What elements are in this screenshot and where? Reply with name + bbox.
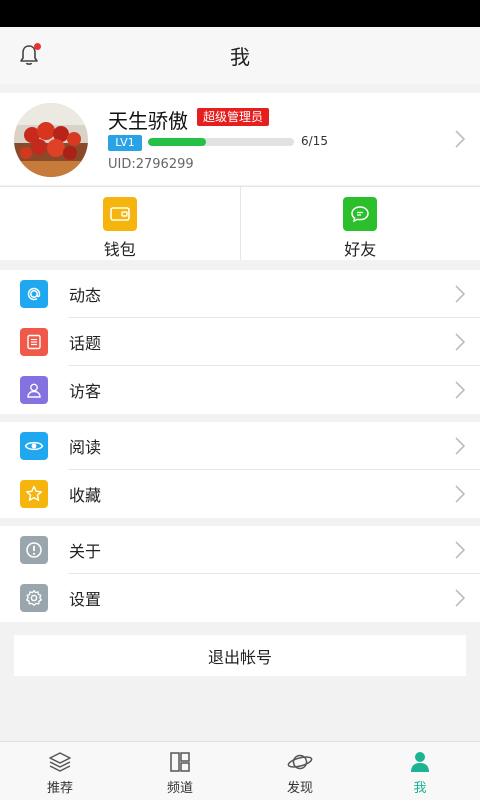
quick-actions: 钱包 好友 — [0, 186, 480, 260]
tab-discover[interactable]: 发现 — [240, 742, 360, 800]
level-progress-text: 6/15 — [301, 134, 328, 148]
chevron-right-icon — [455, 381, 466, 399]
tab-label: 发现 — [286, 781, 313, 796]
chevron-right-icon — [455, 333, 466, 351]
info-icon — [20, 536, 48, 564]
menu-label: 动态 — [69, 286, 102, 305]
menu-item-visitors[interactable]: 访客 — [0, 366, 480, 414]
tab-me[interactable]: 我 — [360, 742, 480, 800]
menu-group-social: 动态 话题 访客 — [0, 270, 480, 414]
tab-channels[interactable]: 频道 — [120, 742, 240, 800]
grid-icon — [170, 752, 190, 772]
tab-label: 推荐 — [46, 781, 73, 796]
person-icon — [20, 376, 48, 404]
menu-item-reading[interactable]: 阅读 — [0, 422, 480, 470]
avatar[interactable] — [14, 103, 88, 177]
chevron-right-icon — [455, 285, 466, 303]
bell-icon[interactable] — [16, 42, 42, 68]
at-icon — [20, 280, 48, 308]
layers-icon — [49, 752, 71, 772]
menu-group-content: 阅读 收藏 — [0, 422, 480, 518]
chevron-right-icon — [455, 130, 466, 148]
menu-label: 访客 — [69, 382, 102, 401]
level-badge: LV1 — [108, 135, 142, 151]
chevron-right-icon — [455, 485, 466, 503]
wallet-icon — [102, 197, 137, 231]
menu-item-favorites[interactable]: 收藏 — [0, 470, 480, 518]
user-icon — [411, 752, 429, 772]
menu-item-settings[interactable]: 设置 — [0, 574, 480, 622]
menu-label: 设置 — [69, 590, 102, 609]
menu-label: 关于 — [69, 542, 102, 561]
wallet-label: 钱包 — [103, 240, 136, 259]
notification-dot — [34, 43, 41, 50]
friends-button[interactable]: 好友 — [239, 187, 480, 260]
menu-label: 话题 — [69, 334, 102, 353]
chat-icon — [343, 197, 378, 231]
tab-label: 频道 — [166, 781, 193, 796]
profile-card[interactable]: 天生骄傲 超级管理员 LV1 6/15 UID:2796299 — [0, 93, 480, 185]
menu-label: 收藏 — [69, 486, 102, 505]
eye-icon — [20, 432, 48, 460]
bottom-tab-bar: 推荐 频道 发现 我 — [0, 741, 480, 800]
menu-label: 阅读 — [69, 438, 102, 457]
star-icon — [20, 480, 48, 508]
planet-icon — [287, 754, 313, 770]
user-name: 天生骄傲 — [108, 109, 188, 133]
logout-button[interactable]: 退出帐号 — [14, 635, 466, 676]
chevron-right-icon — [455, 541, 466, 559]
list-icon — [20, 328, 48, 356]
gear-icon — [20, 584, 48, 612]
menu-group-system: 关于 设置 — [0, 526, 480, 622]
level-progress-bar — [148, 138, 294, 146]
title-bar: 我 — [0, 27, 480, 84]
wallet-button[interactable]: 钱包 — [0, 187, 240, 260]
level-progress-fill — [148, 138, 207, 146]
chevron-right-icon — [455, 437, 466, 455]
role-badge: 超级管理员 — [197, 108, 270, 126]
menu-item-moments[interactable]: 动态 — [0, 270, 480, 318]
friends-label: 好友 — [344, 240, 377, 259]
page-title: 我 — [230, 45, 250, 69]
menu-item-about[interactable]: 关于 — [0, 526, 480, 574]
tab-label: 我 — [413, 781, 427, 796]
menu-item-topics[interactable]: 话题 — [0, 318, 480, 366]
chevron-right-icon — [455, 589, 466, 607]
tab-recommend[interactable]: 推荐 — [0, 742, 120, 800]
status-bar — [0, 0, 480, 27]
user-id: UID:2796299 — [108, 157, 194, 172]
